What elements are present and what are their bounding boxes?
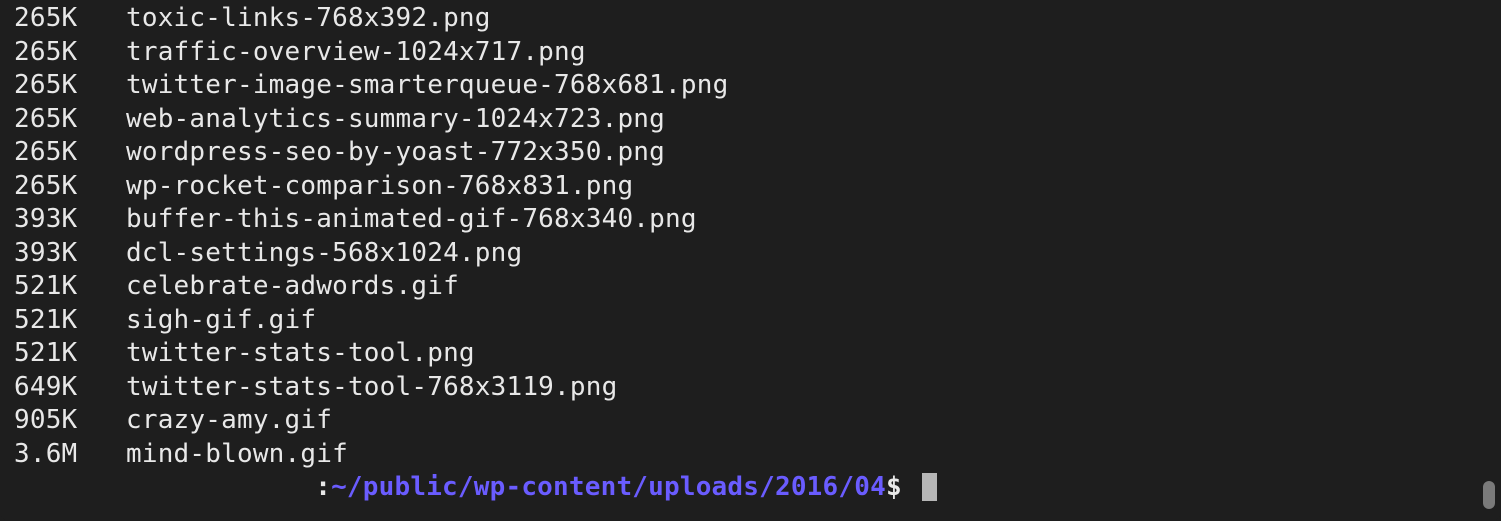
file-name: toxic-links-768x392.png [126, 2, 491, 36]
file-size: 521K [14, 337, 126, 371]
prompt-indent [14, 471, 315, 505]
file-name: mind-blown.gif [126, 438, 348, 472]
file-size: 265K [14, 36, 126, 70]
file-size: 393K [14, 203, 126, 237]
file-row: 521Kcelebrate-adwords.gif [14, 270, 1501, 304]
file-name: sigh-gif.gif [126, 304, 316, 338]
file-row: 521Ktwitter-stats-tool.png [14, 337, 1501, 371]
file-row: 265Ktoxic-links-768x392.png [14, 2, 1501, 36]
file-name: traffic-overview-1024x717.png [126, 36, 586, 70]
prompt-dollar: $ [886, 472, 918, 502]
file-row: 649Ktwitter-stats-tool-768x3119.png [14, 371, 1501, 405]
file-size: 265K [14, 69, 126, 103]
file-name: twitter-image-smarterqueue-768x681.png [126, 69, 728, 103]
file-row: 265Kwordpress-seo-by-yoast-772x350.png [14, 136, 1501, 170]
file-name: twitter-stats-tool.png [126, 337, 475, 371]
file-row: 265Kweb-analytics-summary-1024x723.png [14, 103, 1501, 137]
file-name: crazy-amy.gif [126, 404, 332, 438]
file-size: 521K [14, 304, 126, 338]
file-row: 905Kcrazy-amy.gif [14, 404, 1501, 438]
file-size: 905K [14, 404, 126, 438]
prompt-path: ~/public/wp-content/uploads/2016/04 [331, 472, 886, 502]
scrollbar-thumb[interactable] [1483, 481, 1495, 509]
file-size: 521K [14, 270, 126, 304]
file-size: 265K [14, 136, 126, 170]
file-row: 3.6Mmind-blown.gif [14, 438, 1501, 472]
file-listing: 265Ktoxic-links-768x392.png265Ktraffic-o… [14, 2, 1501, 471]
file-name: buffer-this-animated-gif-768x340.png [126, 203, 697, 237]
file-size: 265K [14, 2, 126, 36]
file-name: dcl-settings-568x1024.png [126, 237, 522, 271]
file-row: 521Ksigh-gif.gif [14, 304, 1501, 338]
file-name: twitter-stats-tool-768x3119.png [126, 371, 617, 405]
file-row: 393Kbuffer-this-animated-gif-768x340.png [14, 203, 1501, 237]
scrollbar-track[interactable] [1483, 0, 1497, 521]
file-name: celebrate-adwords.gif [126, 270, 459, 304]
file-size: 649K [14, 371, 126, 405]
prompt-separator: : [315, 472, 331, 502]
file-size: 265K [14, 103, 126, 137]
file-name: wordpress-seo-by-yoast-772x350.png [126, 136, 665, 170]
file-name: web-analytics-summary-1024x723.png [126, 103, 665, 137]
file-size: 265K [14, 170, 126, 204]
file-row: 265Kwp-rocket-comparison-768x831.png [14, 170, 1501, 204]
cursor [922, 473, 937, 501]
file-size: 3.6M [14, 438, 126, 472]
terminal-window[interactable]: 265Ktoxic-links-768x392.png265Ktraffic-o… [0, 0, 1501, 521]
file-size: 393K [14, 237, 126, 271]
file-row: 265Ktraffic-overview-1024x717.png [14, 36, 1501, 70]
file-row: 393Kdcl-settings-568x1024.png [14, 237, 1501, 271]
file-name: wp-rocket-comparison-768x831.png [126, 170, 633, 204]
prompt-line[interactable]: :~/public/wp-content/uploads/2016/04$ [14, 471, 1501, 505]
file-row: 265Ktwitter-image-smarterqueue-768x681.p… [14, 69, 1501, 103]
